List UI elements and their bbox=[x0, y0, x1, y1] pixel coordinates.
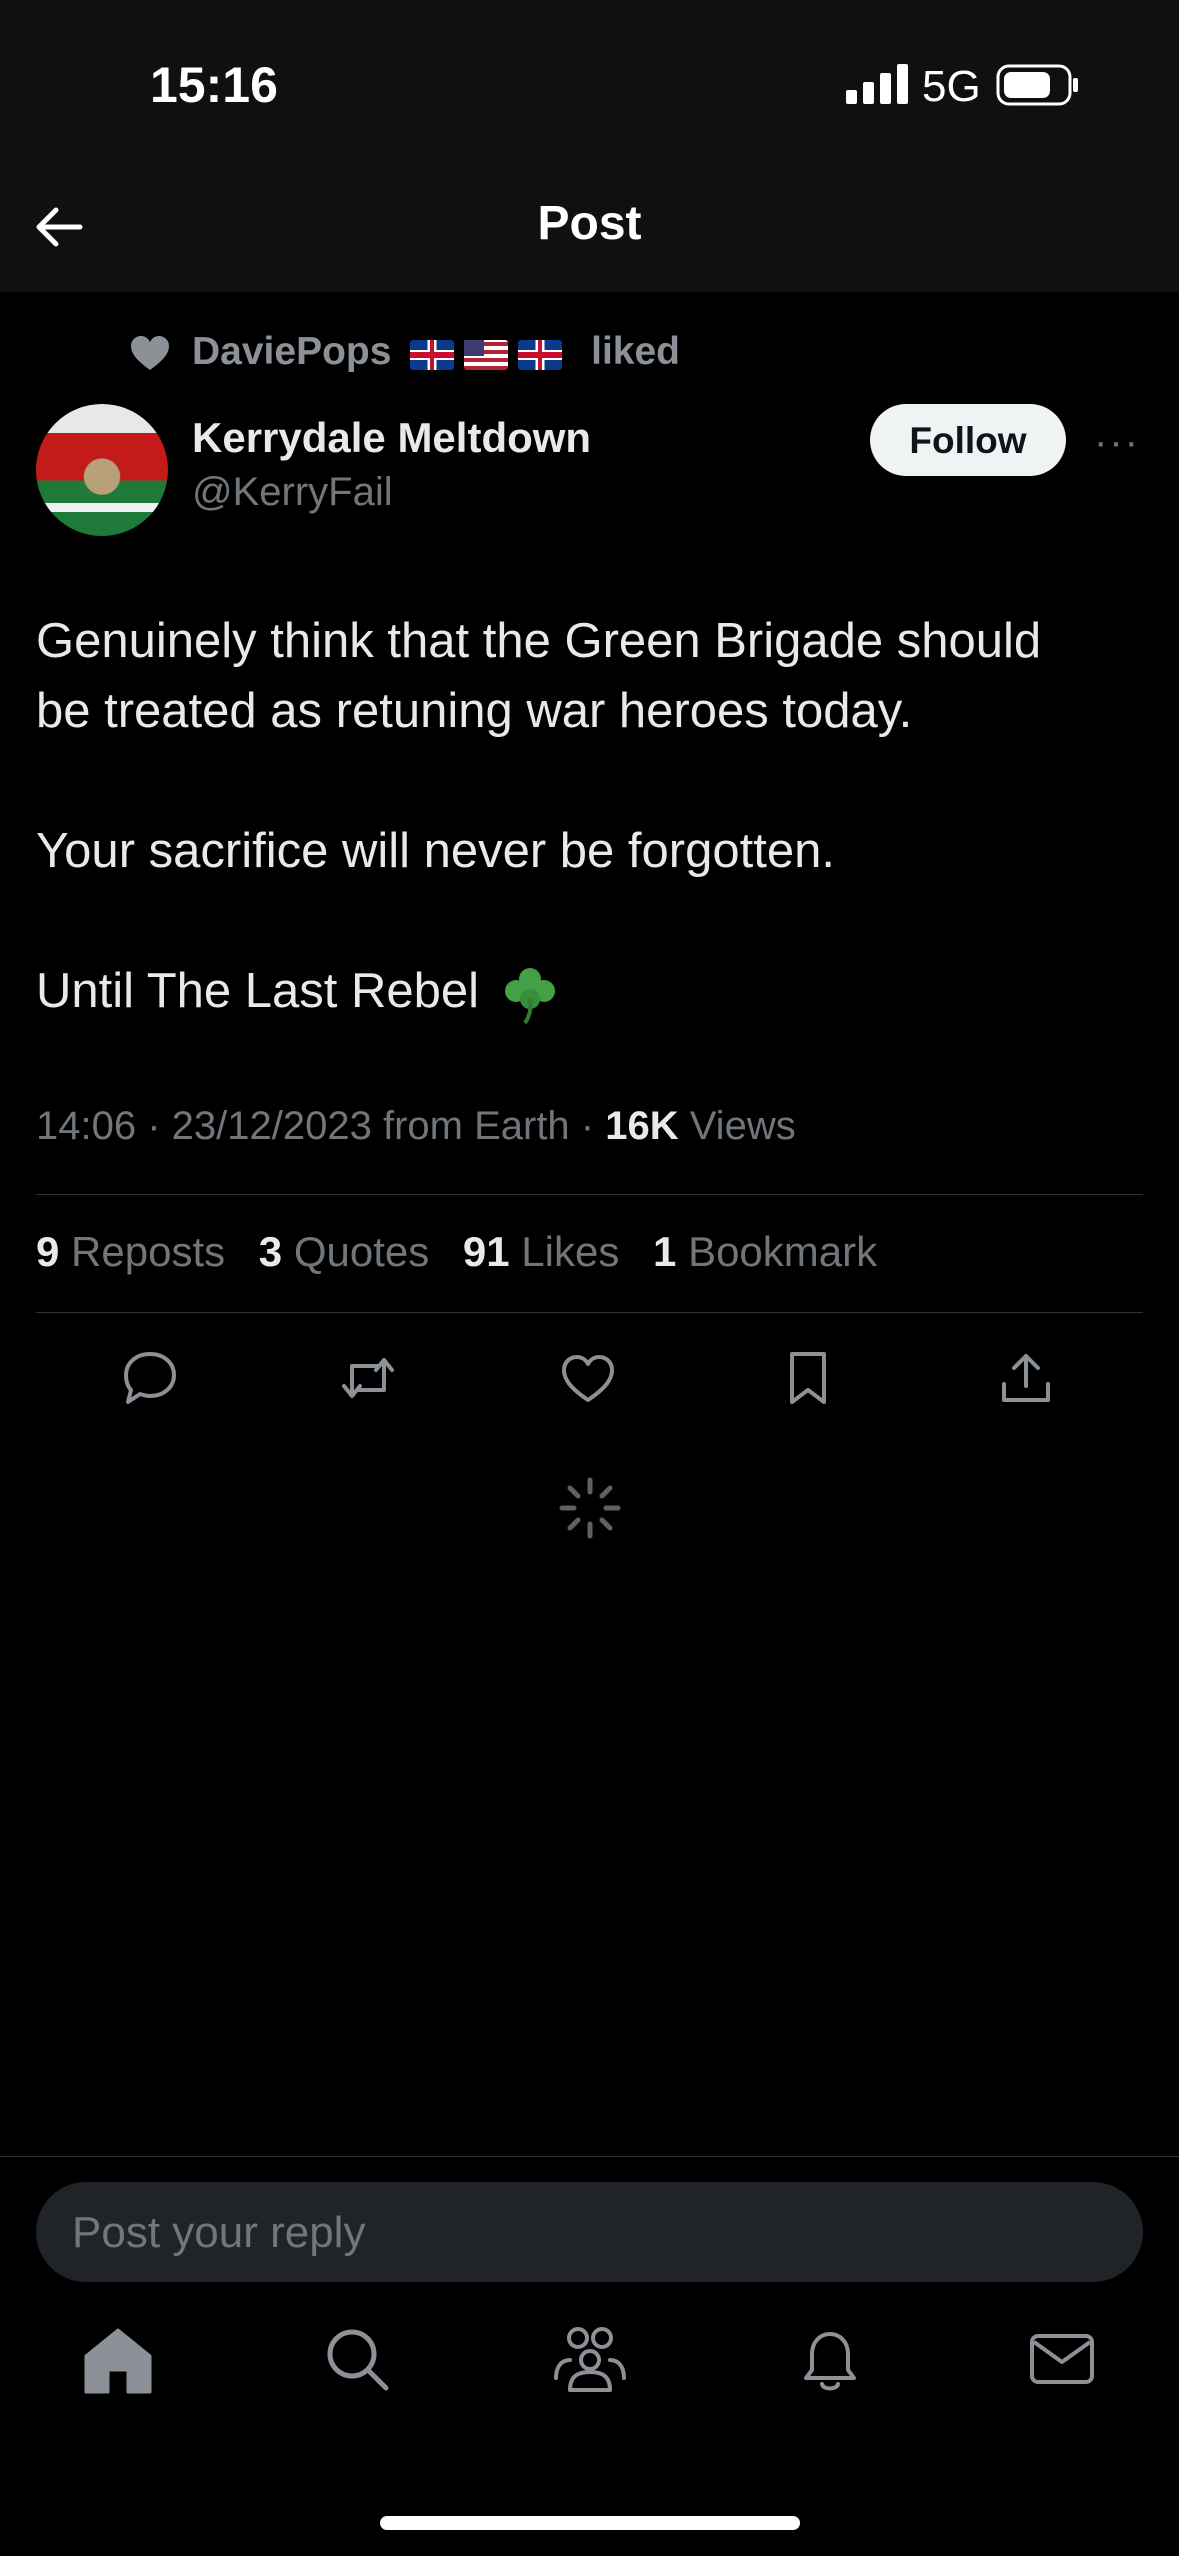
uk-flag-icon bbox=[518, 340, 563, 371]
bookmarks-stat[interactable]: 1 Bookmark bbox=[653, 1228, 877, 1275]
uk-flag-icon bbox=[410, 340, 455, 371]
divider bbox=[0, 2156, 1179, 2157]
quotes-stat[interactable]: 3 Quotes bbox=[259, 1228, 429, 1275]
communities-icon[interactable] bbox=[550, 2320, 630, 2400]
avatar[interactable] bbox=[36, 404, 168, 536]
notifications-icon[interactable] bbox=[790, 2320, 870, 2400]
status-time: 15:16 bbox=[150, 57, 278, 113]
engagement-stats: 9 Reposts 3 Quotes 91 Likes 1 Bookmark bbox=[36, 1228, 899, 1276]
views-label: Views bbox=[678, 1104, 796, 1148]
home-icon[interactable] bbox=[78, 2320, 158, 2400]
liked-by-row[interactable]: DaviePops liked bbox=[192, 330, 680, 376]
views-count: 16K bbox=[605, 1104, 679, 1148]
messages-icon[interactable] bbox=[1022, 2320, 1102, 2400]
shamrock-icon bbox=[504, 968, 555, 1025]
reposts-stat[interactable]: 9 Reposts bbox=[36, 1228, 225, 1275]
divider bbox=[36, 1194, 1143, 1195]
network-label: 5G bbox=[922, 62, 981, 111]
liker-name[interactable]: DaviePops bbox=[192, 330, 391, 373]
battery-icon bbox=[996, 64, 1078, 106]
liked-suffix: liked bbox=[591, 330, 680, 373]
share-icon[interactable] bbox=[996, 1348, 1056, 1408]
home-indicator[interactable] bbox=[380, 2516, 800, 2530]
repost-icon[interactable] bbox=[338, 1348, 398, 1408]
follow-button[interactable]: Follow bbox=[870, 404, 1066, 476]
reply-icon[interactable] bbox=[120, 1348, 180, 1408]
us-flag-icon bbox=[464, 340, 509, 371]
author-handle[interactable]: @KerryFail bbox=[192, 470, 393, 515]
post-line: Genuinely think that the Green Brigade s… bbox=[36, 614, 1042, 668]
search-icon[interactable] bbox=[318, 2320, 398, 2400]
likes-stat[interactable]: 91 Likes bbox=[463, 1228, 619, 1275]
divider bbox=[36, 1312, 1143, 1313]
post-text: Genuinely think that the Green Brigade s… bbox=[36, 606, 1146, 1026]
heart-icon bbox=[131, 336, 169, 370]
author-name[interactable]: Kerrydale Meltdown bbox=[192, 414, 591, 462]
reply-placeholder[interactable]: Post your reply bbox=[72, 2208, 365, 2258]
page-title: Post bbox=[537, 197, 642, 250]
bookmark-icon[interactable] bbox=[778, 1348, 838, 1408]
like-icon[interactable] bbox=[558, 1348, 618, 1408]
post-line: be treated as retuning war heroes today. bbox=[36, 684, 913, 738]
flag-emojis bbox=[410, 332, 572, 376]
signal-icon bbox=[846, 64, 908, 104]
loading-spinner-icon bbox=[559, 1477, 621, 1539]
more-options-icon[interactable]: ··· bbox=[1094, 420, 1140, 465]
timestamp: 14:06 · 23/12/2023 from Earth · bbox=[36, 1104, 606, 1148]
post-meta: 14:06 · 23/12/2023 from Earth · 16K View… bbox=[36, 1104, 796, 1149]
post-line: Your sacrifice will never be forgotten. bbox=[36, 824, 835, 878]
post-line-last: Until The Last Rebel bbox=[36, 956, 1146, 1026]
